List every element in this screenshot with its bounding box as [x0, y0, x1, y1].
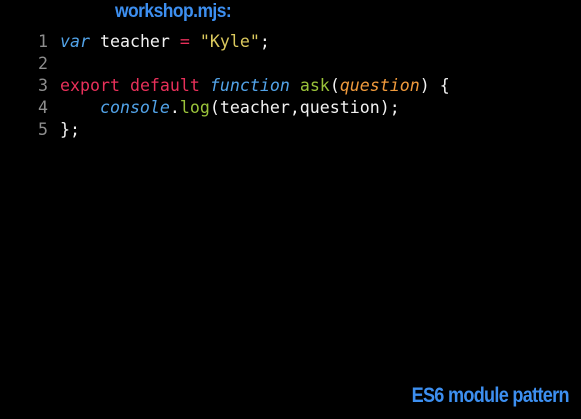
brace-close: }; — [60, 120, 80, 139]
code-line-5: 5}; — [38, 119, 450, 141]
code-block: 1 var teacher = "Kyle"; 2 3 export default… — [38, 31, 450, 141]
paren-close: ) — [419, 76, 430, 95]
function-name-ask: ask — [299, 76, 330, 95]
line-number: 4 — [38, 98, 48, 117]
brace-open: { — [439, 76, 450, 95]
semicolon: ; — [259, 32, 270, 51]
string-kyle: "Kyle" — [199, 32, 260, 51]
parameter-question: question — [339, 76, 420, 95]
line-number: 5 — [38, 120, 48, 139]
call-arguments: (teacher,question); — [209, 98, 400, 117]
slide-footer-title: ES6 module pattern — [411, 384, 570, 407]
identifier-teacher: teacher — [99, 32, 170, 51]
code-line-2: 2 — [38, 53, 450, 75]
code-line-4: 4 console.log(teacher,question); — [38, 97, 450, 119]
line-number: 3 — [38, 76, 48, 95]
keyword-var: var — [60, 32, 90, 51]
line-number: 1 — [38, 32, 48, 51]
keyword-default: default — [129, 76, 200, 95]
method-log: log — [179, 98, 210, 117]
keyword-function: function — [209, 76, 290, 95]
operator-assign: = — [179, 32, 190, 51]
dot: . — [169, 98, 180, 117]
code-line-1: 1 var teacher = "Kyle"; — [38, 31, 450, 53]
keyword-export: export — [60, 76, 120, 95]
code-line-3: 3 export default function ask(question) { — [38, 75, 450, 97]
file-title: workshop.mjs: — [115, 1, 232, 22]
line-number: 2 — [38, 54, 48, 73]
identifier-console: console — [99, 98, 170, 117]
paren-open: ( — [329, 76, 340, 95]
